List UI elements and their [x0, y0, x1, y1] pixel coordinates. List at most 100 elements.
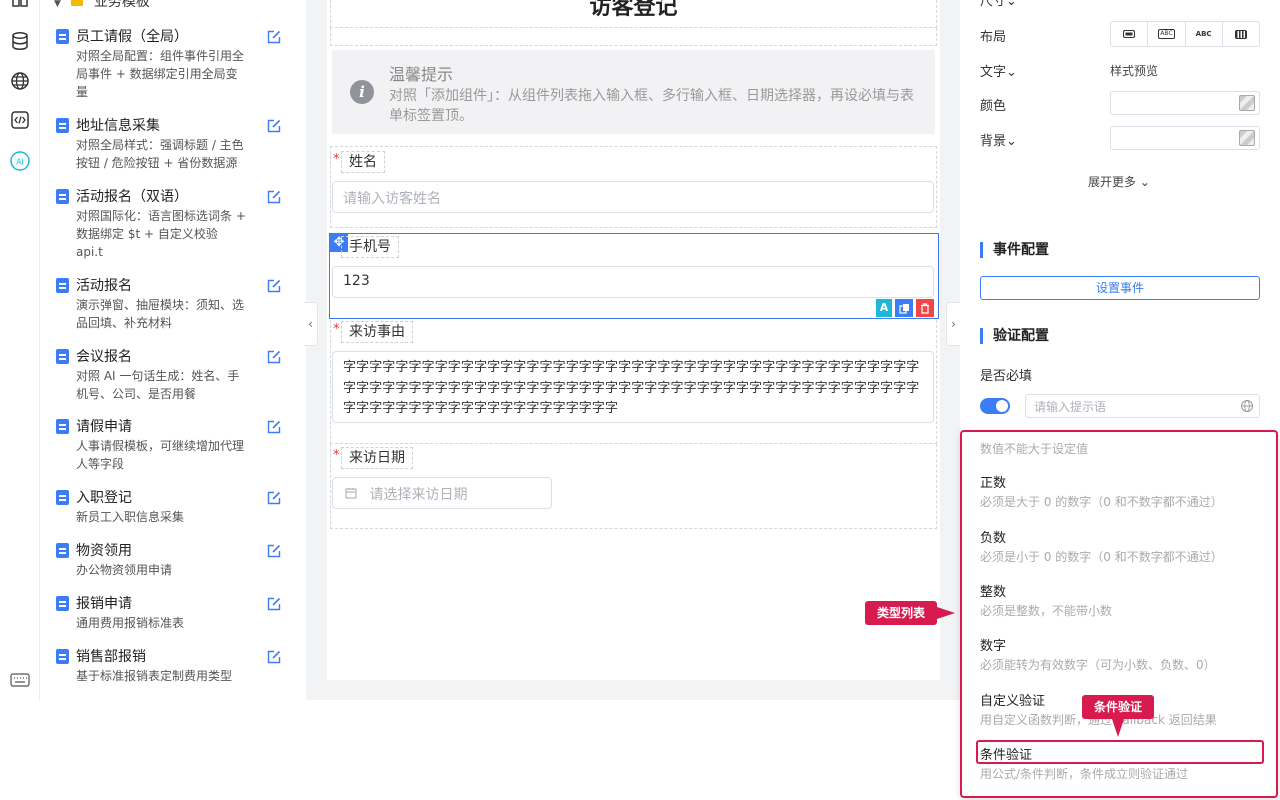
validation-type-option[interactable]: 自定义验证: [980, 690, 1045, 709]
chevron-down-icon: ⌄: [1006, 0, 1017, 9]
collapse-right-arrow[interactable]: ›: [946, 302, 960, 346]
hint-placeholder: 请输入提示语: [1034, 400, 1107, 414]
database-icon[interactable]: [8, 29, 32, 53]
event-section-title: 事件配置: [980, 242, 1049, 258]
layout-inline-icon: [1234, 29, 1247, 39]
required-mark: *: [333, 448, 340, 463]
edit-icon[interactable]: [266, 649, 282, 665]
expand-more-button[interactable]: 展开更多 ⌄: [1088, 173, 1150, 190]
background-label[interactable]: 背景⌄: [980, 130, 1017, 149]
validation-type-option[interactable]: 正数: [980, 472, 1006, 491]
edit-icon[interactable]: [266, 543, 282, 559]
template-item[interactable]: 员工请假（全局） 对照全局配置：组件事件引用全局事件 + 数据绑定引用全局变量: [56, 28, 306, 101]
color-input[interactable]: [1110, 91, 1260, 115]
edit-icon[interactable]: [266, 189, 282, 205]
template-group-label: 业务模板: [93, 0, 150, 10]
template-item[interactable]: 物资领用 办公物资领用申请: [56, 542, 306, 579]
tip-alert: i 温馨提示 对照「添加组件」：从组件列表拖入输入框、多行输入框、日期选择器，再…: [332, 50, 935, 134]
template-desc: 对照国际化：语言图标选词条 + 数据绑定 $t + 自定义校验 api.t: [76, 209, 246, 259]
copy-icon[interactable]: [895, 299, 913, 317]
edit-icon[interactable]: [266, 349, 282, 365]
delete-icon[interactable]: [916, 299, 934, 317]
validation-type-desc: 必须是整数，不能带小数: [980, 604, 1113, 618]
template-desc: 通用费用报销标准表: [76, 616, 185, 630]
globe-icon[interactable]: [8, 69, 32, 93]
background-input[interactable]: [1110, 126, 1260, 150]
template-item[interactable]: 销售部报销 基于标准报销表定制费用类型: [56, 648, 306, 685]
layout-option-block[interactable]: [1111, 22, 1149, 46]
date-placeholder: 请选择来访日期: [369, 487, 468, 503]
collapse-left-arrow[interactable]: ‹: [304, 302, 318, 346]
document-icon: [56, 649, 69, 664]
code-icon[interactable]: [8, 108, 32, 132]
required-label: 是否必填: [980, 369, 1033, 384]
callout-condition: 条件验证: [1082, 695, 1154, 719]
validation-type-dropdown: 数值不能大于设定值 正数 必须是大于 0 的数字（0 和不数字都不通过） 负数 必须是…: [960, 430, 1278, 798]
document-icon: [56, 29, 69, 44]
edit-icon[interactable]: [266, 278, 282, 294]
document-icon: [56, 278, 69, 293]
template-item[interactable]: 会议报名 对照 AI 一句话生成：姓名、手机号、公司、是否用餐: [56, 348, 306, 403]
document-icon: [56, 596, 69, 611]
edit-icon[interactable]: [266, 419, 282, 435]
set-event-button[interactable]: 设置事件: [980, 276, 1260, 300]
template-item[interactable]: 请假申请 人事请假模板，可继续增加代理人等字段: [56, 418, 306, 473]
validation-type-desc: 必须是小于 0 的数字（0 和不数字都不通过）: [980, 550, 1223, 564]
layout-option-inline[interactable]: [1223, 22, 1259, 46]
template-group-header[interactable]: ▼ 业务模板: [54, 0, 150, 11]
edit-icon[interactable]: [266, 118, 282, 134]
name-input[interactable]: 请输入访客姓名: [332, 181, 934, 213]
document-icon: [56, 543, 69, 558]
layout-label: 布局: [980, 30, 1007, 45]
layout-option-boxed[interactable]: ABC: [1148, 22, 1186, 46]
phone-input[interactable]: 123: [332, 266, 934, 298]
size-label[interactable]: 尺寸⌄: [980, 0, 1017, 9]
hint-input[interactable]: 请输入提示语: [1025, 394, 1260, 418]
callout-condition-arrow: [1112, 719, 1124, 737]
globe-icon[interactable]: [1240, 399, 1254, 416]
template-item[interactable]: 入职登记 新员工入职信息采集: [56, 489, 306, 526]
template-desc: 演示弹窗、抽屉模块：须知、选品回填、补充材料: [76, 298, 245, 330]
form-canvas: 访客登记 i 温馨提示 对照「添加组件」：从组件列表拖入输入框、多行输入框、日期…: [327, 0, 940, 680]
required-toggle[interactable]: [980, 398, 1010, 414]
edit-icon[interactable]: [266, 490, 282, 506]
color-picker-icon[interactable]: [1239, 95, 1255, 111]
field-reason-label: 来访事由: [341, 321, 413, 343]
toggle-knob: [996, 400, 1008, 412]
calendar-icon: [345, 487, 357, 503]
ai-icon[interactable]: AI: [8, 149, 32, 173]
layout-option-text[interactable]: ABC: [1186, 22, 1223, 46]
validation-type-option[interactable]: 数字: [980, 635, 1006, 654]
chevron-down-icon: ⌄: [1006, 65, 1017, 80]
validation-type-desc: 用公式/条件判断，条件成立则验证通过: [980, 767, 1189, 781]
properties-panel: 尺寸⌄ 布局 ABC ABC 文字⌄ 样式预览 颜色 背景⌄ 展开更多 ⌄ 事件…: [960, 0, 1280, 800]
form-title[interactable]: 访客登记: [330, 0, 937, 28]
keyboard-icon[interactable]: [8, 668, 32, 692]
text-label[interactable]: 文字⌄: [980, 61, 1017, 80]
edit-icon[interactable]: [266, 29, 282, 45]
dropdown-top-note: 数值不能大于设定值: [980, 442, 1089, 456]
template-item[interactable]: 报销申请 通用费用报销标准表: [56, 595, 306, 632]
validation-type-option[interactable]: 整数: [980, 581, 1006, 600]
document-icon: [56, 490, 69, 505]
date-picker[interactable]: 请选择来访日期: [332, 477, 552, 509]
template-item[interactable]: 活动报名 演示弹窗、抽屉模块：须知、选品回填、补充材料: [56, 277, 306, 332]
template-desc: 新员工入职信息采集: [76, 510, 185, 524]
template-desc: 人事请假模板，可继续增加代理人等字段: [76, 439, 245, 471]
validation-type-option[interactable]: 负数: [980, 527, 1006, 546]
form-spacer: [330, 28, 937, 46]
bg-picker-icon[interactable]: [1239, 130, 1255, 146]
chevron-down-icon: ⌄: [1139, 175, 1150, 189]
folder-icon: [71, 0, 84, 6]
template-item[interactable]: 活动报名（双语） 对照国际化：语言图标选词条 + 数据绑定 $t + 自定义校验 …: [56, 188, 306, 261]
field-date-label: 来访日期: [341, 447, 413, 469]
color-label: 颜色: [980, 99, 1007, 114]
template-item[interactable]: 地址信息采集 对照全局样式：强调标题 / 主色按钮 / 危险按钮 + 省份数据源: [56, 117, 306, 172]
ai-text-icon[interactable]: A: [876, 299, 892, 317]
reason-textarea[interactable]: 字字字字字字字字字字字字字字字字字字字字字字字字字字字字字字字字字字字字字字字字…: [332, 351, 934, 423]
template-desc: 基于标准报销表定制费用类型: [76, 669, 233, 683]
book-icon[interactable]: [8, 0, 32, 12]
name-input-placeholder: 请输入访客姓名: [343, 191, 441, 207]
edit-icon[interactable]: [266, 596, 282, 612]
template-list-panel: ▼ 业务模板 员工请假（全局） 对照全局配置：组件事件引用全局事件 + 数据绑定引…: [40, 0, 306, 700]
